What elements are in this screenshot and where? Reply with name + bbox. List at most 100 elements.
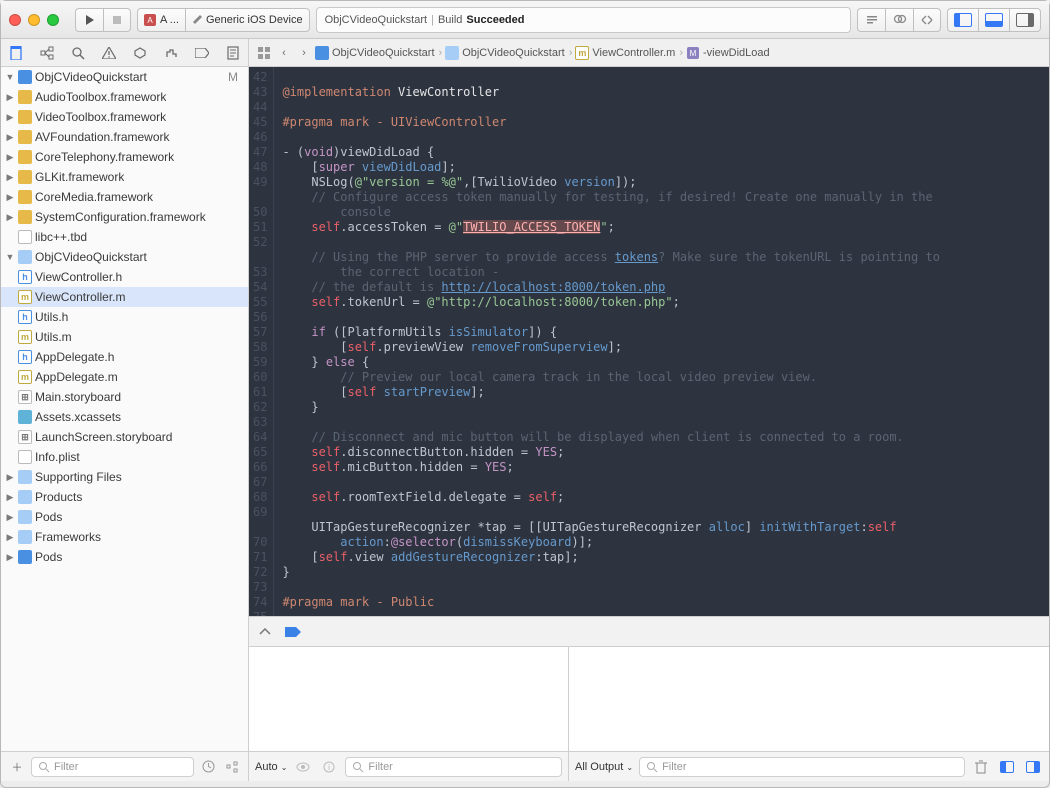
navigator-selector: [1, 39, 249, 66]
file-name: SystemConfiguration.framework: [35, 210, 206, 224]
debug-navigator-icon[interactable]: [162, 44, 180, 62]
tree-row[interactable]: h AppDelegate.h: [1, 347, 248, 367]
file-icon: [18, 150, 32, 164]
method-icon: M: [686, 46, 700, 60]
file-icon: ⊞: [18, 430, 32, 444]
source-control-navigator-icon[interactable]: [38, 44, 56, 62]
related-items-icon[interactable]: [255, 44, 273, 62]
tree-row[interactable]: ▶ CoreTelephony.framework: [1, 147, 248, 167]
toolbar: A A ... Generic iOS Device ObjCVideoQuic…: [1, 1, 1049, 39]
variables-filter-input[interactable]: Filter: [345, 757, 562, 777]
tree-row[interactable]: Info.plist: [1, 447, 248, 467]
variables-view[interactable]: [249, 647, 569, 751]
file-name: AVFoundation.framework: [35, 130, 170, 144]
maximize-icon[interactable]: [47, 14, 59, 26]
panel-toggle-group: [947, 8, 1041, 32]
source-editor[interactable]: 4243444546474849505152535455565758596061…: [249, 67, 1049, 616]
file-name: LaunchScreen.storyboard: [35, 430, 172, 444]
file-name: Utils.h: [35, 310, 68, 324]
scope-selector[interactable]: Auto ⌄: [255, 761, 287, 773]
close-icon[interactable]: [9, 14, 21, 26]
project-navigator-icon[interactable]: [7, 44, 25, 62]
trash-icon[interactable]: [971, 757, 991, 777]
svg-text:i: i: [329, 763, 331, 772]
tree-row[interactable]: h ViewController.h: [1, 267, 248, 287]
activity-status[interactable]: ObjCVideoQuickstart | Build Succeeded: [316, 7, 851, 33]
navigator-filter-input[interactable]: Filter: [31, 757, 194, 777]
file-icon: h: [18, 310, 32, 324]
output-selector[interactable]: All Output ⌄: [575, 761, 633, 773]
tree-row[interactable]: ▼ ObjCVideoQuickstartM: [1, 67, 248, 87]
debug-toolbar: [249, 616, 1049, 646]
file-name: ObjCVideoQuickstart: [35, 250, 147, 264]
tree-row[interactable]: ▶ SystemConfiguration.framework: [1, 207, 248, 227]
stop-button[interactable]: [103, 8, 131, 32]
file-icon: [18, 450, 32, 464]
file-icon: h: [18, 270, 32, 284]
file-icon: [18, 90, 32, 104]
file-name: Main.storyboard: [35, 390, 121, 404]
tree-row[interactable]: ▶ VideoToolbox.framework: [1, 107, 248, 127]
back-button[interactable]: ‹: [275, 44, 293, 62]
toggle-navigator-button[interactable]: [947, 8, 978, 32]
breakpoints-button[interactable]: [283, 622, 303, 642]
file-icon: [18, 550, 32, 564]
run-stop-group: [75, 8, 131, 32]
tree-row[interactable]: ▶ AudioToolbox.framework: [1, 87, 248, 107]
scm-filter-icon[interactable]: [222, 757, 242, 777]
tree-row[interactable]: h Utils.h: [1, 307, 248, 327]
filter-icon: [646, 761, 658, 773]
breakpoint-navigator-icon[interactable]: [193, 44, 211, 62]
hide-debug-button[interactable]: [255, 622, 275, 642]
console-filter-input[interactable]: Filter: [639, 757, 965, 777]
tree-row[interactable]: Assets.xcassets: [1, 407, 248, 427]
tree-row[interactable]: ▶ ▬ Supporting Files: [1, 467, 248, 487]
test-navigator-icon[interactable]: [131, 44, 149, 62]
toggle-debug-area-button[interactable]: [978, 8, 1009, 32]
report-navigator-icon[interactable]: [224, 44, 242, 62]
file-icon: [18, 410, 32, 424]
tree-row[interactable]: ▶ CoreMedia.framework: [1, 187, 248, 207]
scheme-selector[interactable]: A A ... Generic iOS Device: [137, 8, 310, 32]
editor-mode-group: [857, 8, 941, 32]
tree-row[interactable]: ⊞ LaunchScreen.storyboard: [1, 427, 248, 447]
toggle-utilities-button[interactable]: [1009, 8, 1041, 32]
run-button[interactable]: [75, 8, 103, 32]
find-navigator-icon[interactable]: [69, 44, 87, 62]
show-variables-icon[interactable]: [997, 757, 1017, 777]
tree-row[interactable]: m AppDelegate.m: [1, 367, 248, 387]
tree-row[interactable]: libc++.tbd: [1, 227, 248, 247]
file-icon: [18, 210, 32, 224]
version-editor-button[interactable]: [913, 8, 941, 32]
tree-row[interactable]: ▶ Pods: [1, 547, 248, 567]
view-icon[interactable]: [293, 757, 313, 777]
window-controls: [9, 14, 59, 26]
project-navigator[interactable]: ▼ ObjCVideoQuickstartM ▶ AudioToolbox.fr…: [1, 67, 249, 751]
tree-row[interactable]: ▶ ▬ Products: [1, 487, 248, 507]
add-button[interactable]: ＋: [7, 757, 27, 777]
standard-editor-button[interactable]: [857, 8, 885, 32]
tree-row[interactable]: ▼ ▬ ObjCVideoQuickstart: [1, 247, 248, 267]
issue-navigator-icon[interactable]: [100, 44, 118, 62]
file-name: ObjCVideoQuickstart: [35, 70, 147, 84]
project-icon: [315, 46, 329, 60]
minimize-icon[interactable]: [28, 14, 40, 26]
svg-text:M: M: [690, 49, 697, 58]
info-icon[interactable]: i: [319, 757, 339, 777]
tree-row[interactable]: ▶ AVFoundation.framework: [1, 127, 248, 147]
code-content[interactable]: @implementation ViewController #pragma m…: [274, 67, 1049, 616]
tree-row[interactable]: ▶ ▬ Frameworks: [1, 527, 248, 547]
recent-filter-icon[interactable]: [198, 757, 218, 777]
console-view[interactable]: [569, 647, 1049, 751]
show-console-icon[interactable]: [1023, 757, 1043, 777]
assistant-editor-button[interactable]: [885, 8, 913, 32]
tree-row[interactable]: m ViewController.m: [1, 287, 248, 307]
folder-icon: ▬: [445, 46, 459, 60]
tree-row[interactable]: ⊞ Main.storyboard: [1, 387, 248, 407]
tree-row[interactable]: ▶ ▬ Pods: [1, 507, 248, 527]
app-icon: A: [144, 14, 156, 26]
jump-bar[interactable]: ‹ › ObjCVideoQuickstart› ▬ObjCVideoQuick…: [249, 39, 1049, 66]
tree-row[interactable]: m Utils.m: [1, 327, 248, 347]
tree-row[interactable]: ▶ GLKit.framework: [1, 167, 248, 187]
forward-button[interactable]: ›: [295, 44, 313, 62]
